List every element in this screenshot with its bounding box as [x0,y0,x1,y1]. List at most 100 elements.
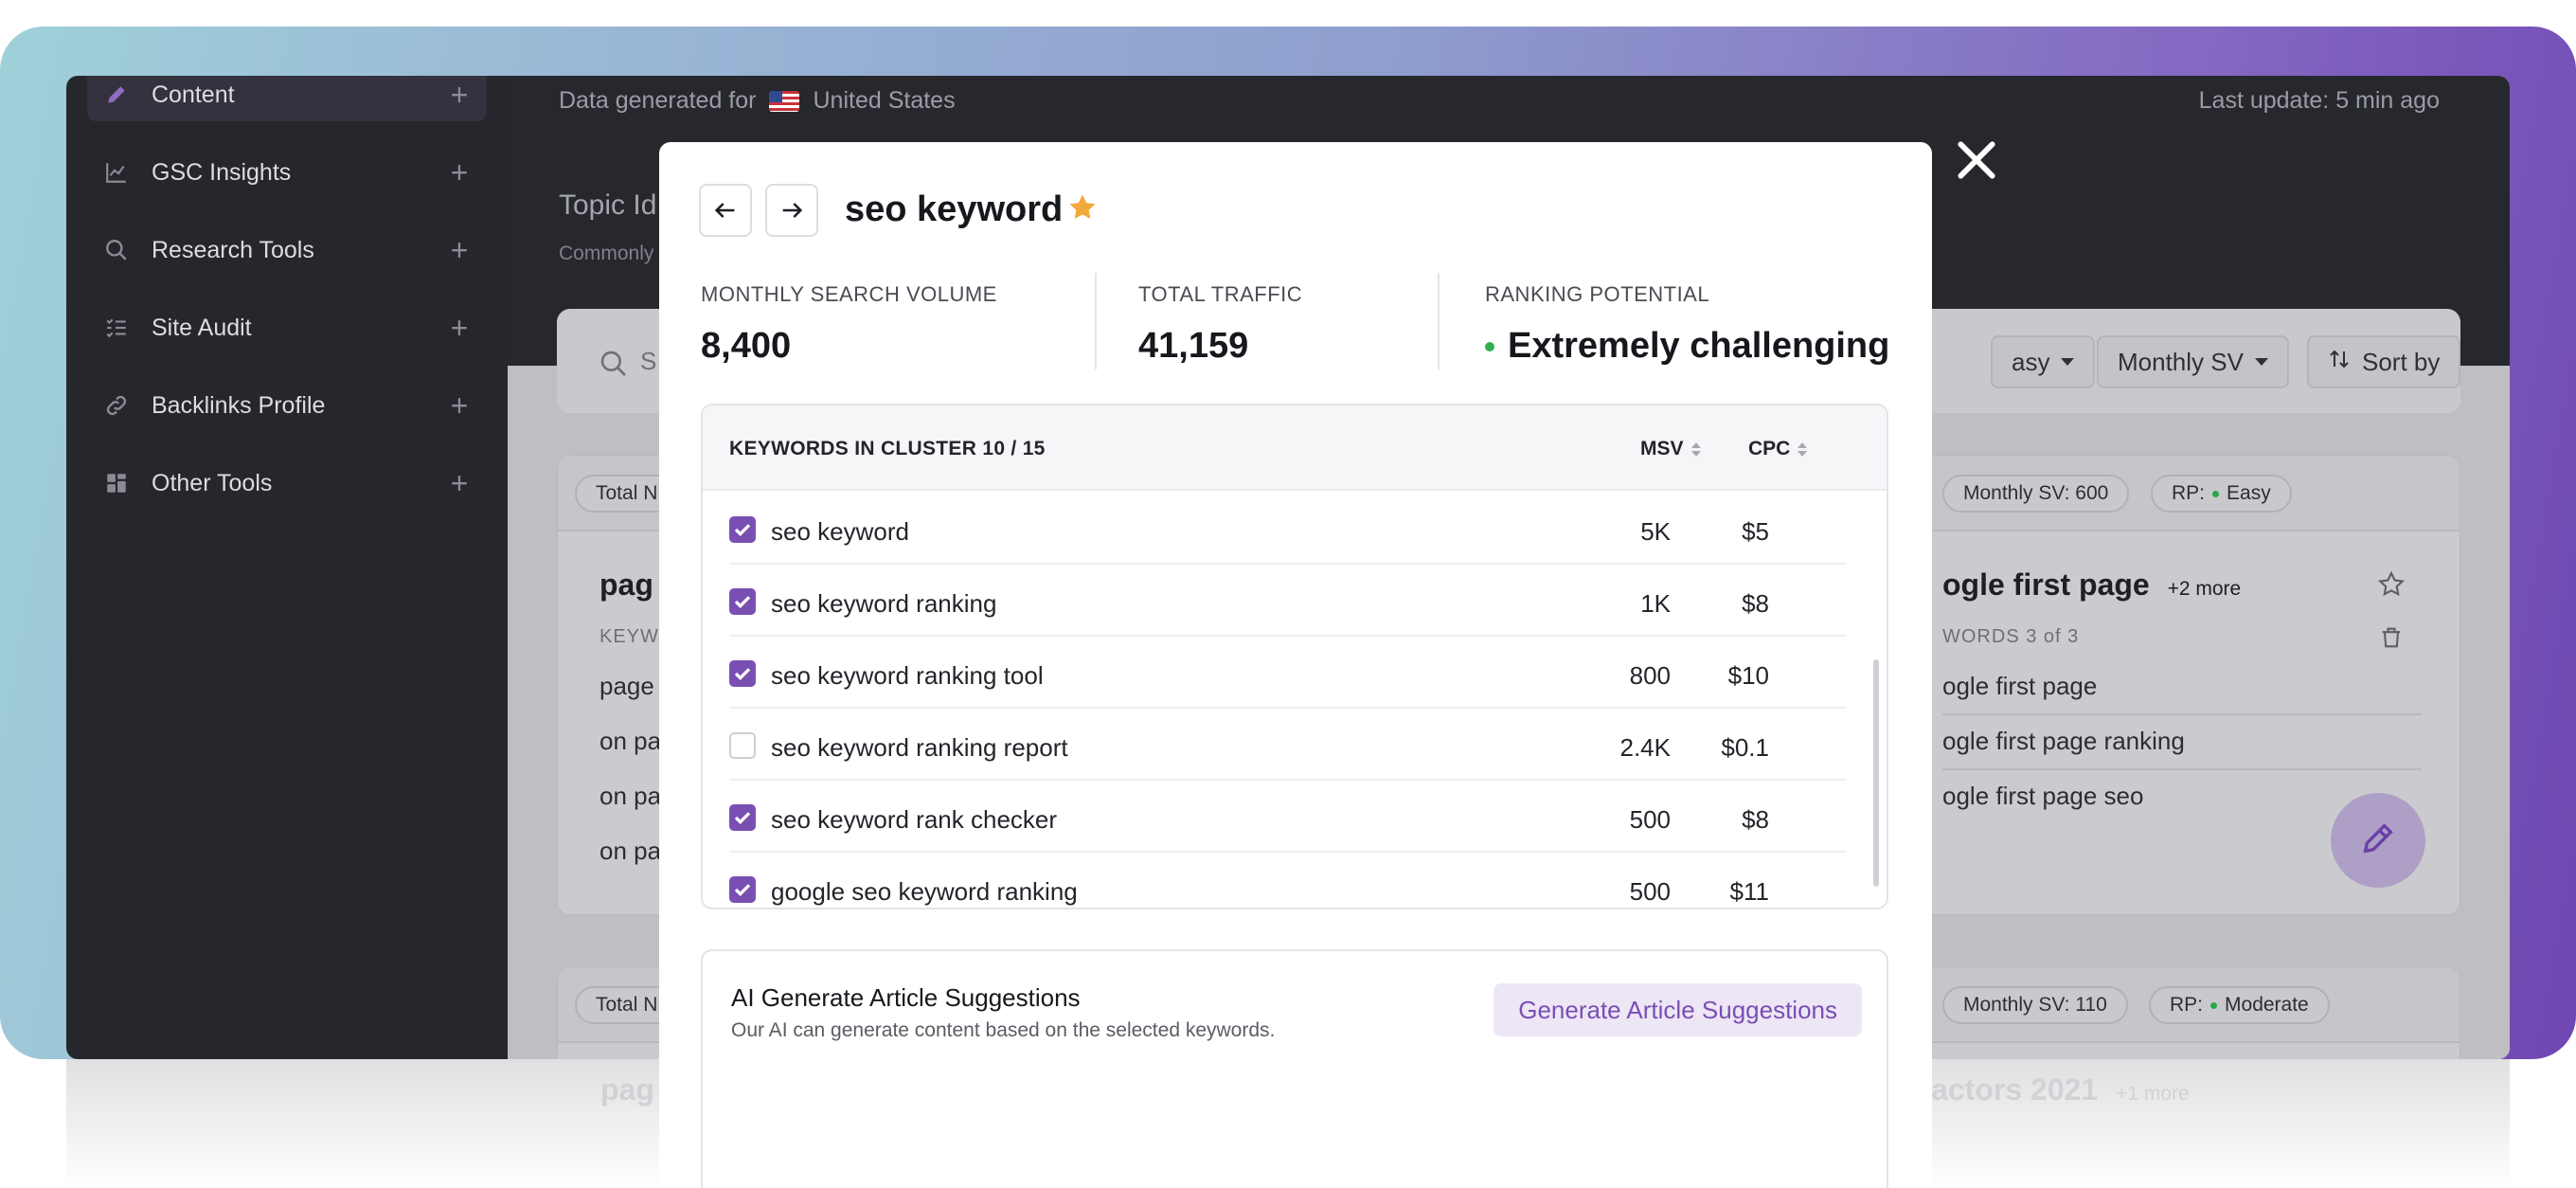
card-left-row: on pa [599,727,662,755]
cpc-value: $8 [1742,589,1769,618]
stat-divider [1438,273,1440,369]
table-row[interactable]: google seo keyword ranking 500 $11 [729,853,1847,908]
row-divider [1942,768,2422,770]
stat-monthly-search-volume: MONTHLY SEARCH VOLUME 8,400 [701,282,997,367]
sidebar-item-content[interactable]: Content + [87,76,487,121]
star-outline-icon[interactable] [2376,569,2406,604]
sidebar-item-gsc-insights[interactable]: GSC Insights + [87,146,487,199]
cpc-value: $11 [1729,877,1769,906]
sidebar-item-research-tools[interactable]: Research Tools + [87,224,487,277]
monthly-sv-label: Monthly SV [2118,347,2244,376]
keyword-text: seo keyword ranking [771,589,997,618]
search-icon [599,349,629,384]
close-modal-button[interactable] [1953,136,2000,184]
edit-fab-button[interactable] [2331,793,2425,888]
data-generated-label: Data generated for United States [559,87,956,115]
stat-total-traffic: TOTAL TRAFFIC 41,159 [1138,282,1302,367]
monthly-sv-pill: Monthly SV: 110 [1942,986,2128,1024]
search-input[interactable]: S [640,347,656,376]
checkmark-icon [734,884,751,896]
sidebar-item-label: Research Tools [152,236,314,263]
keyword-text: google seo keyword ranking [771,877,1078,906]
card-left-row: on pa [599,837,662,865]
expand-plus-icon[interactable]: + [445,80,474,110]
monthly-sv-pill: Monthly SV: 600 [1942,475,2130,513]
msv-column-header[interactable]: MSV [1640,438,1701,460]
sidebar-item-label: Other Tools [152,469,273,496]
star-filled-icon[interactable] [1066,191,1099,228]
keyword-checkbox[interactable] [729,516,756,543]
next-button[interactable] [765,184,818,237]
status-dot [2210,1001,2218,1009]
expand-plus-icon[interactable]: + [445,235,474,265]
status-dot [1485,341,1494,351]
table-row[interactable]: seo keyword ranking tool 800 $10 [729,637,1847,709]
keyword-text: seo keyword ranking tool [771,661,1044,690]
sidebar-item-label: Site Audit [152,314,252,341]
stat-divider [1095,273,1097,369]
card-right-title: ogle first page +2 more [1942,567,2241,603]
sidebar-item-label: Backlinks Profile [152,391,326,419]
monthly-sv-dropdown[interactable]: Monthly SV [2097,335,2289,388]
stat-value: Extremely challenging [1508,326,1890,366]
checkmark-icon [734,596,751,608]
card-left-title: pag [599,567,653,602]
checkmark-icon [734,668,751,680]
keyword-cluster-table: KEYWORDS IN CLUSTER 10 / 15 MSV CPC seo … [701,404,1888,909]
cpc-value: $8 [1742,805,1769,834]
chevron-down-icon [2254,358,2268,366]
last-update-text: Last update: 5 min ago [2198,87,2440,114]
cpc-column-header[interactable]: CPC [1748,438,1808,460]
card-left-subtitle: KEYW [599,626,659,647]
cpc-value: $10 [1727,661,1769,690]
table-row[interactable]: seo keyword ranking report 2.4K $0.1 [729,709,1847,781]
stat-value: 41,159 [1138,326,1249,366]
msv-value: 2.4K [1619,733,1672,762]
keyword-checkbox[interactable] [729,588,756,615]
keyword-checkbox[interactable] [729,876,756,903]
table-row[interactable]: seo keyword rank checker 500 $8 [729,781,1847,853]
expand-plus-icon[interactable]: + [445,157,474,188]
checkmark-icon [734,524,751,536]
topic-subtitle: Commonly [559,243,654,264]
arrow-right-icon [782,203,803,218]
chart-line-icon [102,158,131,187]
sort-by-button[interactable]: Sort by [2307,335,2461,388]
trash-icon[interactable] [2378,624,2405,656]
sidebar-item-label: GSC Insights [152,158,292,186]
card-right-title-text: ogle first page [1942,567,2150,602]
generate-article-suggestions-button[interactable]: Generate Article Suggestions [1494,983,1862,1036]
expand-plus-icon[interactable]: + [445,390,474,421]
msv-value: 5K [1640,517,1671,546]
keyword-text: seo keyword [771,517,909,546]
ai-suggestions-panel: AI Generate Article Suggestions Our AI c… [701,949,1888,1188]
keyword-checkbox[interactable] [729,660,756,687]
sidebar-item-other-tools[interactable]: Other Tools + [87,457,487,510]
arrow-left-icon [714,203,735,218]
more-link[interactable]: +2 more [2168,578,2242,600]
card-right-subtitle: WORDS 3 of 3 [1942,626,2080,647]
sort-arrows-icon [1798,441,1808,457]
card-left-row: on pa [599,782,662,810]
pencil-icon [2359,819,2397,862]
previous-button[interactable] [699,184,752,237]
chevron-down-icon [2061,358,2075,366]
table-row[interactable]: seo keyword ranking 1K $8 [729,565,1847,637]
msv-value: 500 [1629,805,1671,834]
sidebar-item-backlinks-profile[interactable]: Backlinks Profile + [87,379,487,432]
expand-plus-icon[interactable]: + [445,313,474,343]
table-scrollbar[interactable] [1873,659,1879,887]
rp-label: RP: [2170,994,2204,1016]
keyword-checkbox[interactable] [729,804,756,831]
stat-label: TOTAL TRAFFIC [1138,282,1303,306]
data-generated-text: Data generated for [559,87,757,114]
expand-plus-icon[interactable]: + [445,468,474,498]
cpc-header-label: CPC [1748,438,1791,459]
sidebar-item-site-audit[interactable]: Site Audit + [87,301,487,354]
card-left-row: page [599,672,654,700]
easy-filter-dropdown[interactable]: asy [1991,335,2096,388]
sort-icon [2328,348,2351,377]
table-row[interactable]: seo keyword 5K $5 [729,493,1847,565]
stat-label: MONTHLY SEARCH VOLUME [701,282,997,306]
keyword-checkbox[interactable] [729,732,756,759]
